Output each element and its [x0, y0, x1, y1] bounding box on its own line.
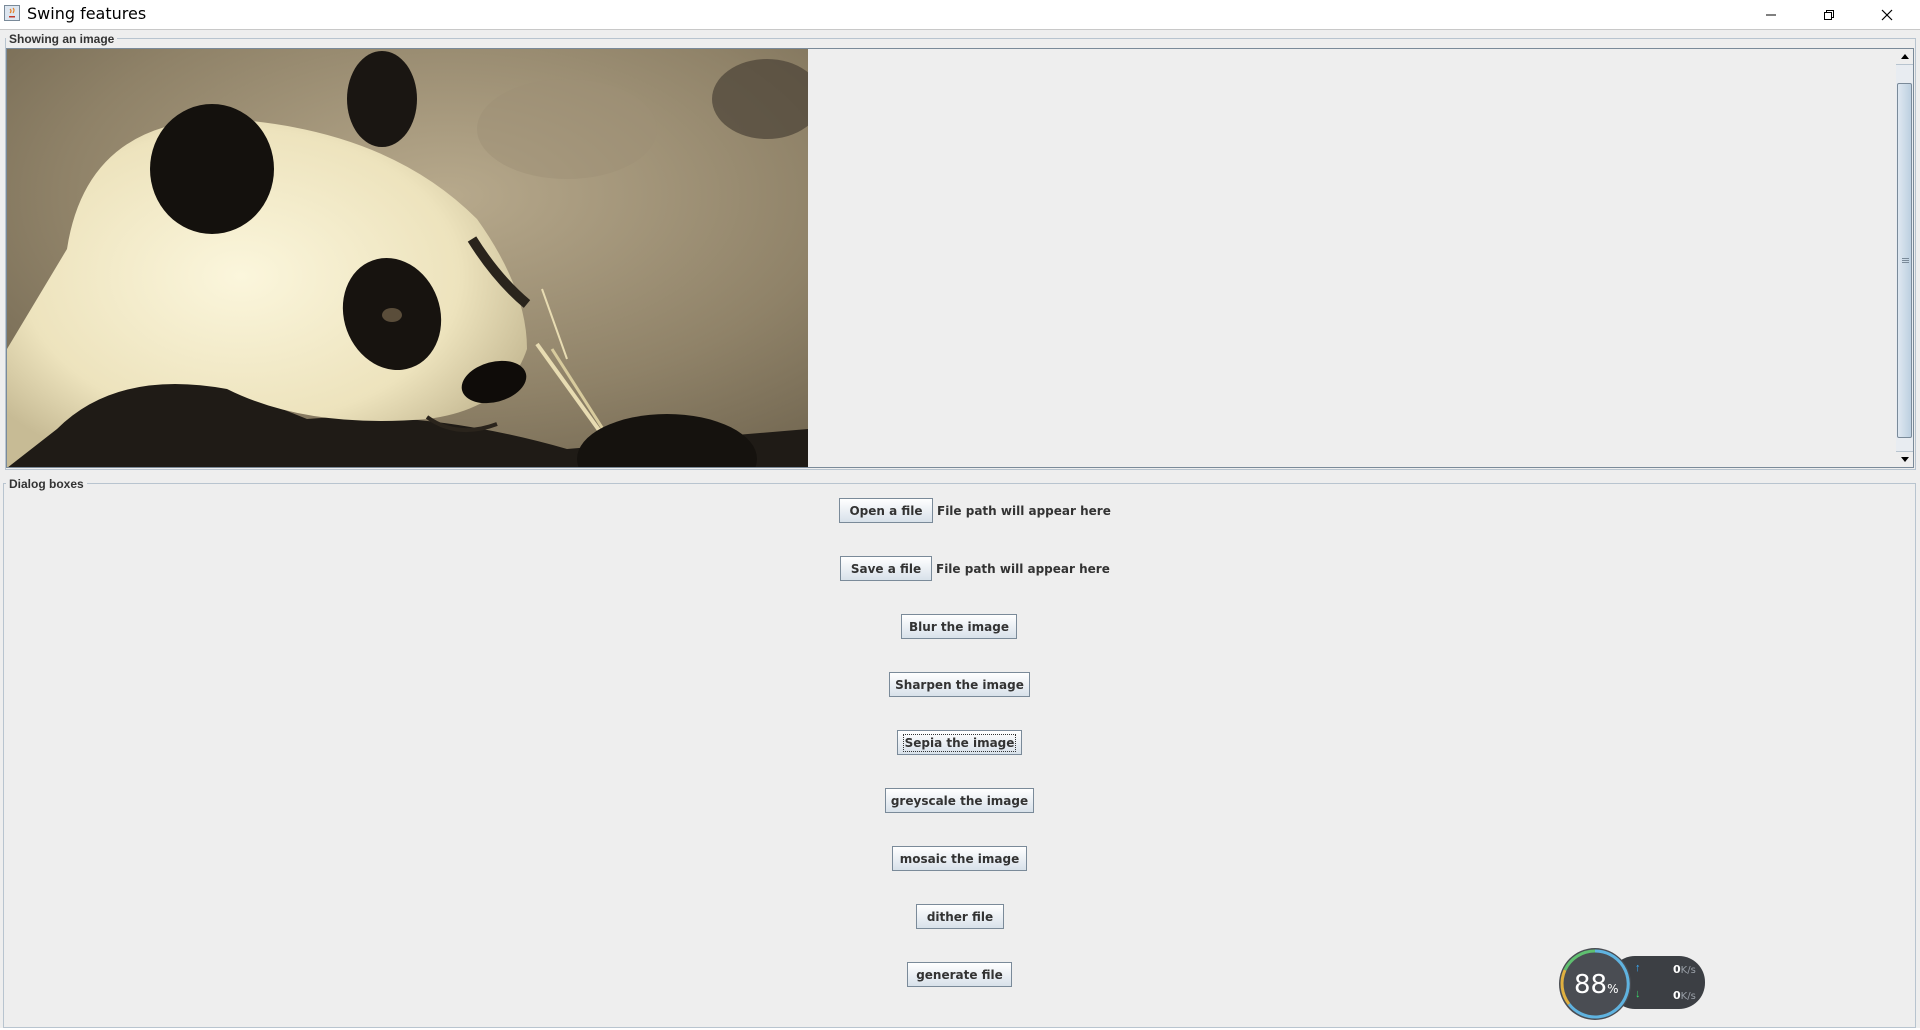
scroll-up-button[interactable] [1896, 49, 1913, 65]
cpu-percent-value: 88 [1574, 970, 1608, 1000]
download-value: 0 [1673, 989, 1681, 1002]
save-file-label: Save a file [850, 561, 922, 576]
dither-file-button[interactable]: dither file [916, 904, 1004, 929]
sharpen-image-button[interactable]: Sharpen the image [889, 672, 1030, 697]
percent-sign: % [1607, 982, 1619, 996]
upload-value: 0 [1673, 963, 1681, 976]
generate-file-label: generate file [916, 967, 1003, 982]
greyscale-image-button[interactable]: greyscale the image [885, 788, 1034, 813]
arrow-up-icon [1900, 54, 1909, 59]
image-panel-title: Showing an image [6, 32, 118, 46]
scroll-down-button[interactable] [1896, 451, 1913, 467]
blur-image-button[interactable]: Blur the image [901, 614, 1017, 639]
thumb-grip [1902, 258, 1909, 259]
sepia-image-label: Sepia the image [902, 733, 1017, 752]
save-file-button[interactable]: Save a file [840, 556, 932, 581]
vertical-scrollbar[interactable] [1896, 48, 1914, 468]
generate-file-button[interactable]: generate file [907, 962, 1012, 987]
greyscale-image-label: greyscale the image [890, 793, 1029, 808]
open-file-label: Open a file [849, 503, 923, 518]
image-scroll-pane[interactable] [6, 48, 1897, 468]
thumb-grip [1902, 262, 1909, 263]
title-bar[interactable]: Swing features [0, 0, 1920, 29]
close-button[interactable] [1858, 0, 1916, 29]
dither-file-label: dither file [926, 909, 994, 924]
minimize-icon [1766, 14, 1776, 15]
restore-button[interactable] [1800, 0, 1858, 29]
download-speed: 0K/s [1673, 989, 1696, 1002]
sharpen-image-label: Sharpen the image [895, 677, 1024, 692]
cpu-percent: 88% [1574, 970, 1619, 1000]
sepia-image-button[interactable]: Sepia the image [897, 730, 1022, 755]
close-icon [1881, 9, 1893, 20]
save-file-path: File path will appear here [936, 562, 1110, 576]
thumb-grip [1902, 260, 1909, 261]
upload-arrow-icon: ↑ [1635, 962, 1641, 974]
mosaic-image-label: mosaic the image [899, 851, 1020, 866]
net-speed-widget[interactable]: 88% ↑ ↓ 0K/s 0K/s [1559, 948, 1709, 1020]
window-title: Swing features [27, 4, 147, 23]
dialog-panel-title: Dialog boxes [6, 477, 87, 491]
open-file-button[interactable]: Open a file [839, 498, 933, 523]
scrollbar-thumb[interactable] [1897, 83, 1912, 438]
minimize-button[interactable] [1742, 0, 1800, 29]
download-arrow-icon: ↓ [1635, 988, 1641, 1000]
arrow-down-icon [1900, 457, 1909, 462]
mosaic-image-button[interactable]: mosaic the image [892, 846, 1027, 871]
open-file-path: File path will appear here [937, 504, 1111, 518]
panda-image [7, 49, 808, 467]
java-app-icon [4, 5, 20, 21]
blur-image-label: Blur the image [909, 619, 1009, 634]
download-unit: K/s [1680, 991, 1696, 1002]
upload-unit: K/s [1680, 965, 1696, 976]
restore-icon [1824, 9, 1834, 20]
upload-speed: 0K/s [1673, 963, 1696, 976]
